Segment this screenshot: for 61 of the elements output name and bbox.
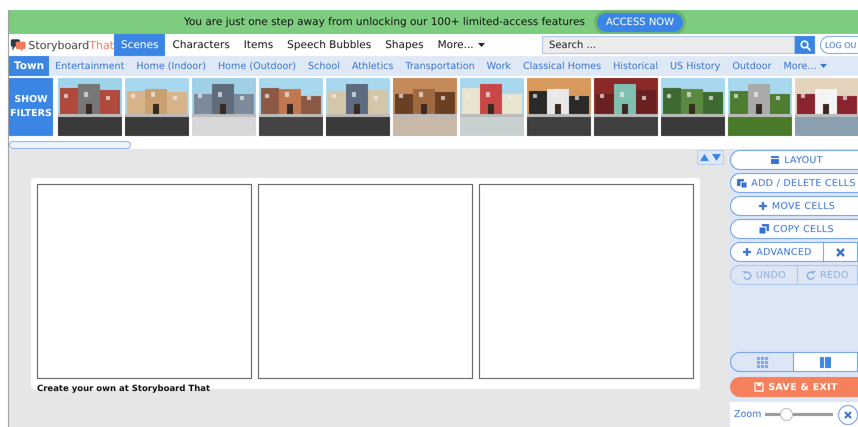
down-arrow-icon <box>712 154 721 161</box>
credit-text: Create your own at Storyboard That <box>37 384 212 394</box>
category-tab[interactable]: Home (Outdoor) <box>212 56 302 76</box>
plus-icon <box>742 247 752 257</box>
search-button[interactable] <box>795 36 815 54</box>
logout-button[interactable]: LOG OU <box>820 36 858 54</box>
save-exit-button[interactable]: SAVE & EXIT <box>730 377 858 397</box>
copy-button[interactable]: COPY CELLS <box>730 219 858 239</box>
columns-icon <box>820 356 831 368</box>
scrollbar[interactable] <box>9 140 131 148</box>
redo-icon <box>806 270 816 280</box>
storyboard-cell[interactable] <box>37 184 252 379</box>
show-filters-button[interactable]: SHOW FILTERS <box>9 78 53 136</box>
more-menu[interactable]: More... <box>778 56 834 76</box>
advanced-button[interactable]: ADVANCED <box>730 242 824 262</box>
category-tab[interactable]: Town <box>9 56 50 76</box>
add-cell-icon <box>737 178 748 188</box>
zoom-label: Zoom <box>734 409 762 420</box>
layout-icon <box>770 155 780 165</box>
reorder-arrows-button[interactable] <box>697 150 724 165</box>
logo-text: StoryboardThat <box>28 38 114 52</box>
category-tab[interactable]: School <box>302 56 346 76</box>
banner-message: You are just one step away from unlocking our 100+ limited-access features <box>184 16 585 28</box>
save-icon <box>754 382 764 392</box>
storyboard-cell[interactable] <box>479 184 694 379</box>
category-tab[interactable]: Outdoor <box>726 56 778 76</box>
close-button[interactable] <box>838 404 858 424</box>
nav-tab[interactable]: Items <box>236 34 280 56</box>
add-delete-button[interactable]: ADD / DELETE CELLS <box>730 173 858 193</box>
nav-tab[interactable]: Speech Bubbles <box>280 34 378 56</box>
category-tab[interactable]: Transportation <box>399 56 481 76</box>
category-tab[interactable]: Classical Homes <box>516 56 608 76</box>
search-field[interactable]: Search ... <box>542 36 795 54</box>
category-tab[interactable]: Entertainment <box>49 56 130 76</box>
plus-icon <box>758 201 768 211</box>
slider-thumb[interactable] <box>780 408 793 421</box>
layout-button[interactable]: LAYOUT <box>730 150 858 170</box>
more-menu[interactable]: More... <box>430 34 492 56</box>
up-arrow-icon <box>700 154 709 161</box>
nav-tab[interactable]: Scenes <box>114 34 166 56</box>
category-tab[interactable]: Athletics <box>346 56 400 76</box>
grid-icon <box>756 356 768 368</box>
nav-tab[interactable]: Characters <box>165 34 237 56</box>
access-now-button[interactable]: ACCESS NOW <box>597 12 684 32</box>
columns-view-button[interactable] <box>794 352 858 372</box>
category-tab[interactable]: Work <box>480 56 517 76</box>
category-tab[interactable]: Home (Indoor) <box>130 56 212 76</box>
close-icon <box>836 248 846 256</box>
copy-icon <box>759 224 770 234</box>
close-button[interactable] <box>824 242 858 262</box>
category-tab[interactable]: US History <box>664 56 726 76</box>
caret-icon <box>478 43 485 47</box>
grid-view-button[interactable] <box>730 352 794 372</box>
storyboard-cell[interactable] <box>258 184 473 379</box>
move-button[interactable]: MOVE CELLS <box>730 196 858 216</box>
undo-icon <box>742 270 752 280</box>
nav-tab[interactable]: Shapes <box>378 34 431 56</box>
search-icon <box>800 40 810 50</box>
close-icon <box>844 410 852 418</box>
category-tab[interactable]: Historical <box>607 56 664 76</box>
caret-icon <box>820 64 828 68</box>
